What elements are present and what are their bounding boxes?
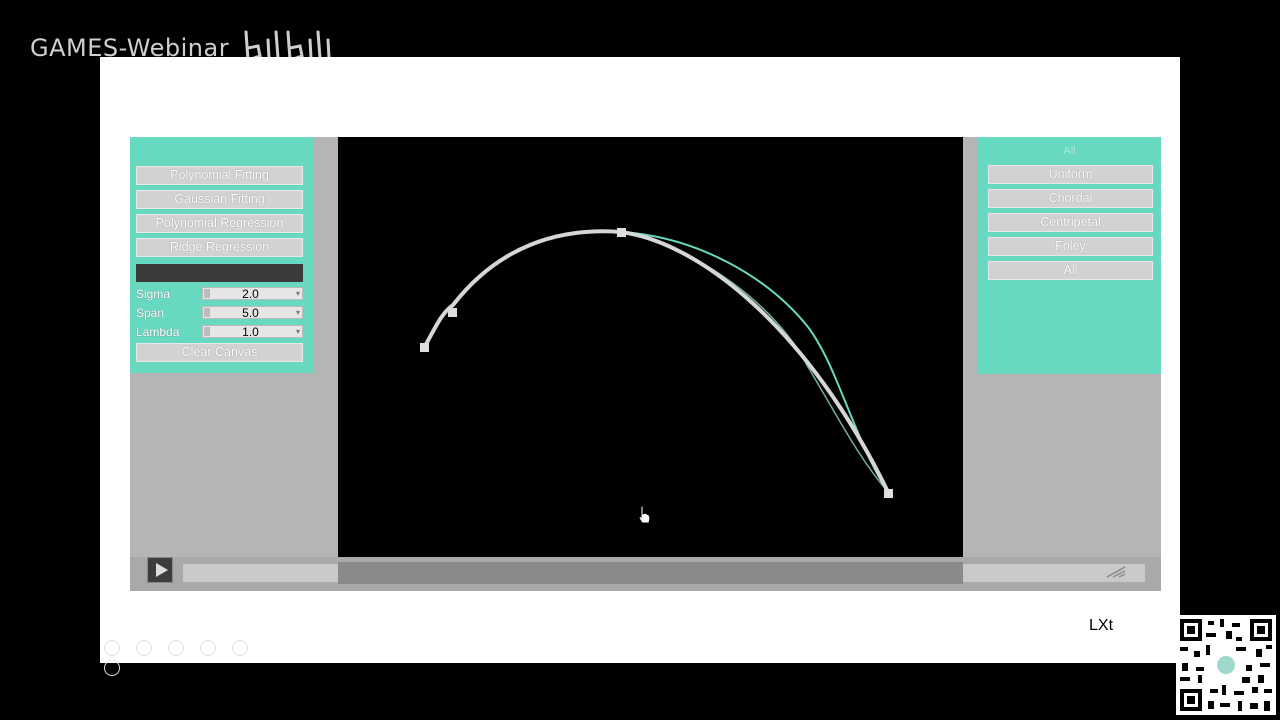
hand-cursor-icon [638, 505, 651, 524]
qr-code [1176, 615, 1276, 715]
pen-icon[interactable] [168, 640, 185, 656]
clear-canvas-button[interactable]: Clear Canvas [136, 343, 303, 362]
resize-grip-icon[interactable] [1105, 565, 1127, 579]
sigma-slider[interactable]: 2.0 ▾ [202, 287, 303, 300]
chordal-button[interactable]: Chordal [988, 189, 1153, 208]
chevron-icon: ▾ [295, 308, 300, 317]
lambda-slider[interactable]: 1.0 ▾ [202, 325, 303, 338]
curve-accent-inner [620, 231, 889, 493]
span-value: 5.0 [242, 306, 259, 320]
slide-navigation [104, 640, 276, 676]
chevron-icon: ▾ [295, 327, 300, 336]
ridge-regression-button[interactable]: Ridge Regression [136, 238, 303, 257]
chevron-icon: ▾ [295, 289, 300, 298]
curve-accent-outer [620, 231, 889, 493]
gaussian-fitting-button[interactable]: Gaussian Fitting [136, 190, 303, 209]
left-control-panel: Polynomial Fitting Gaussian Fitting Poly… [130, 137, 314, 373]
right-control-panel: All Uniform Chordal Centripetal Foley Al… [978, 137, 1161, 374]
centripetal-button[interactable]: Centripetal [988, 213, 1153, 232]
polynomial-fitting-button[interactable]: Polynomial Fitting [136, 166, 303, 185]
control-point [884, 489, 893, 498]
curve-main [422, 229, 890, 493]
all-button[interactable]: All [988, 261, 1153, 280]
play-button[interactable] [147, 557, 173, 583]
sigma-label: Sigma [136, 287, 171, 301]
lambda-label: Lambda [136, 325, 180, 339]
foley-button[interactable]: Foley [988, 237, 1153, 256]
panel-title-faded [140, 143, 300, 157]
copy-icon[interactable] [200, 640, 217, 656]
span-label: Span [136, 306, 165, 320]
span-slider[interactable]: 5.0 ▾ [202, 306, 303, 319]
polynomial-regression-button[interactable]: Polynomial Regression [136, 214, 303, 233]
timeline-progress [338, 562, 963, 584]
control-point [617, 228, 626, 237]
author-text: LXt [1089, 617, 1114, 634]
parameterization-title: All [1063, 145, 1076, 157]
control-point [448, 308, 457, 317]
control-point [420, 343, 429, 352]
sigma-value: 2.0 [242, 287, 259, 301]
uniform-button[interactable]: Uniform [988, 165, 1153, 184]
separator-strip [136, 264, 303, 282]
lambda-value: 1.0 [242, 325, 259, 339]
search-icon[interactable] [232, 640, 249, 656]
more-icon[interactable] [104, 660, 120, 676]
next-icon[interactable] [136, 640, 153, 656]
previous-icon[interactable] [104, 640, 120, 656]
